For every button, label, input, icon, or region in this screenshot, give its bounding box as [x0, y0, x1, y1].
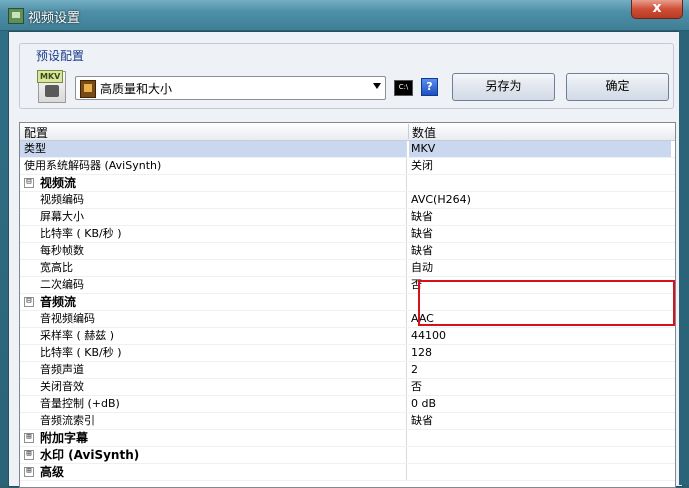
save-as-button[interactable]: 另存为 [452, 73, 555, 101]
row-key: 音频流索引 [20, 413, 407, 429]
annotation-highlight-box [418, 280, 675, 326]
grid-category-subtitles[interactable]: ⊞ 附加字幕 [20, 430, 675, 447]
row-value[interactable]: MKV [409, 141, 671, 157]
grid-row-video-codec[interactable]: 视频编码 AVC(H264) [20, 192, 675, 209]
grid-row-mute-audio[interactable]: 关闭音效 否 [20, 379, 675, 396]
window-title: 视频设置 [28, 11, 81, 26]
grid-row-video-bitrate[interactable]: 比特率 ( KB/秒 ) 缺省 [20, 226, 675, 243]
row-key: 宽高比 [20, 260, 407, 276]
row-key: 视频编码 [20, 192, 407, 208]
mkv-tag: MKV [37, 70, 64, 83]
row-key: 采样率 ( 赫兹 ) [20, 328, 407, 344]
row-value[interactable]: 2 [409, 362, 671, 378]
grid-row-type[interactable]: 类型 MKV [20, 141, 675, 158]
column-header-setting[interactable]: 配置 [20, 124, 409, 140]
title-bar[interactable]: 视频设置 x [0, 0, 689, 31]
row-value[interactable]: 缺省 [409, 413, 671, 429]
column-header-value[interactable]: 数值 [408, 124, 672, 140]
grid-row-sample-rate[interactable]: 采样率 ( 赫兹 ) 44100 [20, 328, 675, 345]
film-reel-icon [45, 85, 59, 97]
video-settings-window: 视频设置 x 预设配置 MKV 高质量和大小 C:\ ? 另存为 确定 配置 数… [0, 0, 689, 488]
category-label: 高级 [20, 464, 407, 480]
row-key: 音频声道 [20, 362, 407, 378]
row-value[interactable]: 缺省 [409, 226, 671, 242]
mkv-format-icon: MKV [37, 70, 66, 103]
preset-groupbox: 预设配置 MKV 高质量和大小 C:\ ? 另存为 确定 [19, 43, 674, 109]
row-value [409, 175, 671, 191]
grid-category-video[interactable]: ⊟ 视频流 [20, 175, 675, 192]
grid-row-system-decoder[interactable]: 使用系统解码器 (AviSynth) 关闭 [20, 158, 675, 175]
row-value[interactable]: 缺省 [409, 243, 671, 259]
command-line-icon[interactable]: C:\ [394, 80, 413, 96]
grid-row-audio-stream-index[interactable]: 音频流索引 缺省 [20, 413, 675, 430]
row-key: 类型 [20, 141, 407, 157]
settings-property-grid[interactable]: 配置 数值 类型 MKV 使用系统解码器 (AviSynth) 关闭 ⊟ 视频流 [19, 122, 676, 488]
row-value [409, 447, 671, 463]
grid-row-audio-channels[interactable]: 音频声道 2 [20, 362, 675, 379]
film-icon [80, 80, 96, 98]
category-label: 视频流 [20, 175, 407, 191]
row-key: 比特率 ( KB/秒 ) [20, 345, 407, 361]
row-key: 每秒帧数 [20, 243, 407, 259]
row-key: 比特率 ( KB/秒 ) [20, 226, 407, 242]
grid-row-aspect-ratio[interactable]: 宽高比 自动 [20, 260, 675, 277]
row-value[interactable]: 自动 [409, 260, 671, 276]
grid-row-screen-size[interactable]: 屏幕大小 缺省 [20, 209, 675, 226]
category-label: 音频流 [20, 294, 407, 310]
row-value[interactable]: 否 [409, 379, 671, 395]
row-key: 关闭音效 [20, 379, 407, 395]
row-value[interactable]: AVC(H264) [409, 192, 671, 208]
grid-category-advanced[interactable]: ⊞ 高级 [20, 464, 675, 481]
row-value[interactable]: 缺省 [409, 209, 671, 225]
grid-row-fps[interactable]: 每秒帧数 缺省 [20, 243, 675, 260]
row-value [409, 430, 671, 446]
chevron-down-icon[interactable] [373, 83, 381, 89]
grid-row-volume[interactable]: 音量控制 (+dB) 0 dB [20, 396, 675, 413]
app-icon [8, 8, 24, 24]
row-key: 音量控制 (+dB) [20, 396, 407, 412]
row-key: 屏幕大小 [20, 209, 407, 225]
window-edge [679, 31, 689, 485]
row-value[interactable]: 0 dB [409, 396, 671, 412]
close-button[interactable]: x [631, 0, 683, 19]
row-value[interactable]: 关闭 [409, 158, 671, 174]
help-icon[interactable]: ? [421, 78, 438, 96]
category-label: 水印 (AviSynth) [20, 447, 407, 463]
dialog-body: 预设配置 MKV 高质量和大小 C:\ ? 另存为 确定 配置 数值 类型 MK… [8, 31, 683, 488]
row-key: 二次编码 [20, 277, 407, 293]
grid-row-audio-bitrate[interactable]: 比特率 ( KB/秒 ) 128 [20, 345, 675, 362]
row-key: 使用系统解码器 (AviSynth) [20, 158, 407, 174]
grid-header: 配置 数值 [20, 123, 675, 141]
preset-select[interactable]: 高质量和大小 [75, 76, 386, 100]
row-key: 音视频编码 [20, 311, 407, 327]
row-value[interactable]: 44100 [409, 328, 671, 344]
grid-category-watermark[interactable]: ⊞ 水印 (AviSynth) [20, 447, 675, 464]
preset-select-value: 高质量和大小 [100, 82, 173, 96]
preset-group-label: 预设配置 [32, 47, 89, 64]
ok-button[interactable]: 确定 [566, 73, 669, 101]
row-value[interactable]: 128 [409, 345, 671, 361]
category-label: 附加字幕 [20, 430, 407, 446]
row-value [409, 464, 671, 480]
